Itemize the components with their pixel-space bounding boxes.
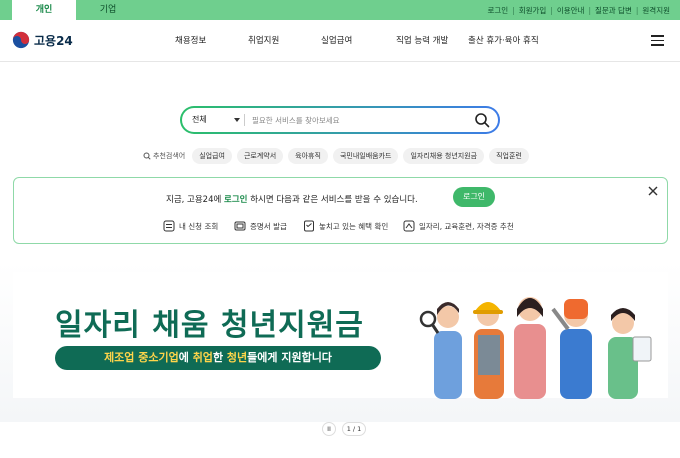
worker-figure [419, 302, 462, 399]
keyword-chip[interactable]: 육아휴직 [288, 148, 328, 164]
pill-part: 에 [178, 351, 193, 364]
top-bar: 개인 기업 로그인 | 회원가입 | 이용안내 | 질문과 답변 | 원격지원 [0, 0, 680, 20]
nav-parental-leave[interactable]: 출산 휴가·육아 휴직 [468, 34, 539, 46]
pill-part: 제조업 중소기업 [104, 351, 179, 364]
pill-part: 취업 [192, 351, 213, 364]
close-icon[interactable] [647, 185, 659, 197]
keyword-chip[interactable]: 실업급여 [192, 148, 232, 164]
pill-part: 한 [212, 351, 227, 364]
keyword-chip[interactable]: 직업훈련 [489, 148, 529, 164]
recommend-icon [403, 220, 415, 232]
nav-employment-support[interactable]: 취업지원 [248, 34, 279, 46]
nav-unemployment-benefit[interactable]: 실업급여 [321, 34, 352, 46]
workers-illustration [419, 297, 652, 399]
tab-company[interactable]: 기업 [76, 0, 140, 20]
pill-part: 들에게 지원합니다 [247, 351, 332, 364]
keyword-chip[interactable]: 근로계약서 [236, 148, 284, 164]
util-login-link[interactable]: 로그인 [487, 5, 508, 16]
service-recommendations[interactable]: 일자리, 교육훈련, 자격증 추천 [403, 220, 514, 232]
nav-vocational-training[interactable]: 직업 능력 개발 [396, 34, 448, 46]
service-label: 증명서 발급 [250, 221, 287, 231]
pause-button[interactable]: II [322, 422, 336, 436]
service-label: 일자리, 교육훈련, 자격증 추천 [419, 221, 514, 231]
search-scope-select[interactable]: 전체 [192, 108, 207, 132]
slide-counter: 1 / 1 [342, 422, 366, 436]
nav-job-info[interactable]: 채용정보 [175, 34, 206, 46]
keyword-chip[interactable]: 일자리채용 청년지원금 [403, 148, 485, 164]
search-icon[interactable] [474, 112, 490, 128]
utility-links: 로그인 | 회원가입 | 이용안내 | 질문과 답변 | 원격지원 [487, 5, 670, 16]
worker-figure [551, 299, 592, 399]
main-header: 고용24 채용정보 취업지원 실업급여 직업 능력 개발 출산 휴가·육아 휴직 [0, 20, 680, 62]
util-signup-link[interactable]: 회원가입 [519, 5, 547, 16]
pill-part: 청년 [226, 351, 248, 364]
service-certificate[interactable]: 증명서 발급 [234, 220, 287, 232]
login-msg-emphasis: 로그인 [224, 195, 248, 205]
search-small-icon [143, 152, 151, 160]
search-bar: 전체 [180, 106, 500, 134]
banner-subtitle-pill: 제조업 중소기업에 취업한 청년들에게 지원합니다 [55, 346, 381, 370]
login-button[interactable]: 로그인 [453, 187, 495, 207]
recommended-keywords: 추천검색어 실업급여 근로계약서 육아휴직 국민내일배움카드 일자리채용 청년지… [143, 148, 529, 164]
menu-icon[interactable] [651, 35, 664, 46]
util-guide-link[interactable]: 이용안내 [557, 5, 585, 16]
login-prompt-message: 지금, 고용24에 로그인 하시면 다음과 같은 서비스를 받을 수 있습니다. [166, 193, 418, 205]
divider [244, 114, 245, 126]
search-input[interactable] [252, 110, 472, 130]
main-nav: 채용정보 취업지원 실업급여 직업 능력 개발 출산 휴가·육아 휴직 [0, 20, 680, 62]
login-msg-prefix: 지금, 고용24에 [166, 195, 225, 205]
keyword-chip[interactable]: 국민내일배움카드 [332, 148, 399, 164]
keywords-label: 추천검색어 [143, 151, 185, 161]
service-label: 내 신청 조회 [179, 221, 219, 231]
service-my-applications[interactable]: 내 신청 조회 [163, 220, 218, 232]
worker-figure [473, 302, 504, 399]
caret-down-icon [234, 118, 240, 122]
login-msg-suffix: 하시면 다음과 같은 서비스를 받을 수 있습니다. [247, 195, 418, 205]
certificate-icon [234, 221, 246, 231]
service-label: 놓치고 있는 혜택 확인 [319, 221, 389, 231]
banner-title: 일자리 채움 청년지원금 [55, 308, 364, 343]
checklist-icon [304, 220, 314, 232]
worker-figure [608, 308, 652, 399]
login-prompt-panel [13, 177, 668, 244]
util-qna-link[interactable]: 질문과 답변 [595, 5, 632, 16]
service-missed-benefits[interactable]: 놓치고 있는 혜택 확인 [303, 220, 388, 232]
keywords-label-text: 추천검색어 [153, 152, 186, 160]
util-remote-support-link[interactable]: 원격지원 [642, 5, 670, 16]
worker-figure [514, 297, 546, 399]
tab-personal[interactable]: 개인 [12, 0, 76, 20]
list-icon [163, 220, 175, 232]
